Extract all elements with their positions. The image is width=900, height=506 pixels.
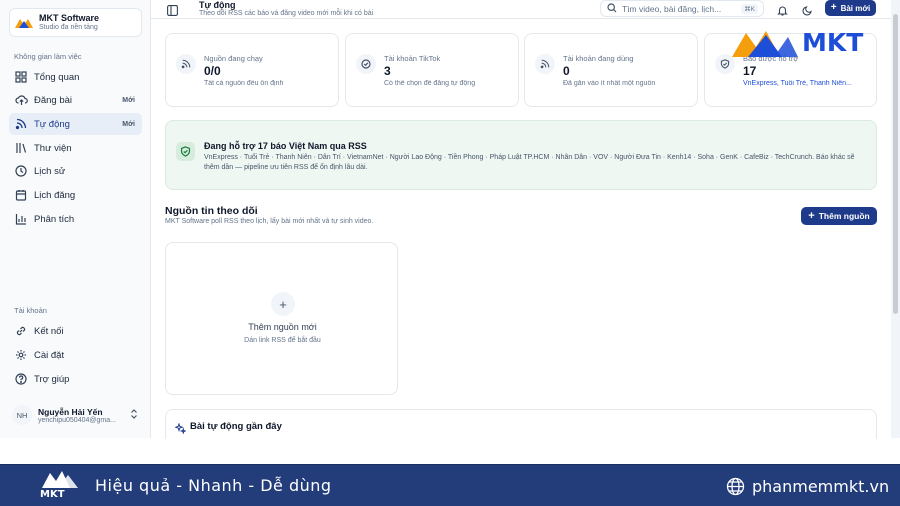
search-icon xyxy=(607,2,617,15)
stat-value: 3 xyxy=(384,64,391,78)
sidebar-item-history[interactable]: Lịch sử xyxy=(9,160,142,182)
stat-card-tiktok-accounts: Tài khoản TikTok 3 Có thể chọn để đăng t… xyxy=(345,33,519,107)
search-shortcut: ⌘K xyxy=(741,3,758,14)
plus-icon: + xyxy=(808,210,815,222)
sidebar-item-label: Thư viện xyxy=(34,142,72,154)
add-source-hint: Dán link RSS để bắt đầu xyxy=(244,337,321,344)
user-email: yenchipu050404@gma... xyxy=(38,416,116,424)
sidebar-item-post[interactable]: Đăng bài Mới xyxy=(9,89,142,111)
sidebar-item-label: Phân tích xyxy=(34,213,75,225)
stat-value: 0 xyxy=(563,64,570,78)
library-icon xyxy=(14,141,28,155)
check-circle-icon xyxy=(356,54,376,74)
stat-value: 17 xyxy=(743,64,757,78)
sidebar-item-label: Kết nối xyxy=(34,325,64,337)
sidebar-item-schedule[interactable]: Lịch đăng xyxy=(9,184,142,206)
scrollbar[interactable] xyxy=(891,0,900,438)
stat-desc: VnExpress, Tuổi Trẻ, Thanh Niên... xyxy=(743,80,852,87)
brand-switcher[interactable]: MKT Software Studio đa nền tảng xyxy=(9,8,142,37)
new-badge: Mới xyxy=(122,120,135,128)
cloud-upload-icon xyxy=(14,93,28,107)
calendar-icon xyxy=(14,188,28,202)
sidebar-item-settings[interactable]: Cài đặt xyxy=(9,344,142,366)
sidebar-item-label: Lịch đăng xyxy=(34,189,76,201)
workspace-section-label: Không gian làm việc xyxy=(14,52,82,61)
stat-desc: Có thể chọn để đăng tự động xyxy=(384,80,476,87)
add-source-button[interactable]: + Thêm nguồn xyxy=(801,207,877,225)
sidebar-item-label: Cài đặt xyxy=(34,349,65,361)
sidebar: MKT Software Studio đa nền tảng Không gi… xyxy=(0,0,151,438)
user-menu[interactable]: NH Nguyễn Hải Yến yenchipu050404@gma... xyxy=(12,401,142,429)
rss-banner-title: Đang hỗ trợ 17 báo Việt Nam qua RSS xyxy=(204,141,367,151)
footer-slogan: Hiệu quả - Nhanh - Dễ dùng xyxy=(95,476,332,495)
watermark-text: MKT xyxy=(802,27,864,57)
sidebar-item-label: Đăng bài xyxy=(34,94,73,106)
clock-icon xyxy=(14,164,28,178)
new-badge: Mới xyxy=(122,96,135,104)
stat-label: Nguồn đang chạy xyxy=(204,54,263,63)
plus-icon: + xyxy=(271,292,295,316)
brand-subtitle: Studio đa nền tảng xyxy=(39,24,98,31)
rss-icon xyxy=(176,54,196,74)
gear-icon xyxy=(14,348,28,362)
sidebar-toggle-icon[interactable] xyxy=(167,3,178,21)
rss-icon xyxy=(535,54,555,74)
plus-icon: + xyxy=(830,2,837,13)
sidebar-item-label: Lịch sử xyxy=(34,165,66,177)
bar-chart-icon xyxy=(14,212,28,226)
sidebar-item-overview[interactable]: Tổng quan xyxy=(9,66,142,88)
grid-icon xyxy=(14,70,28,84)
top-bar: Tự động Theo dõi RSS các báo và đăng vid… xyxy=(151,0,900,19)
search-placeholder: Tìm video, bài đăng, lịch... xyxy=(622,3,722,14)
sources-title: Nguồn tin theo dõi xyxy=(165,205,258,217)
page-subtitle: Theo dõi RSS các báo và đăng video mới m… xyxy=(199,10,374,17)
chevron-up-down-icon xyxy=(130,406,138,424)
stat-card-running-sources: Nguồn đang chạy 0/0 Tất cả nguồn đều ổn … xyxy=(165,33,339,107)
sidebar-item-analytics[interactable]: Phân tích xyxy=(9,208,142,230)
scroll-thumb[interactable] xyxy=(893,14,898,314)
sources-subtitle: MKT Software poll RSS theo lịch, lấy bài… xyxy=(165,218,374,225)
stat-desc: Đã gắn vào ít nhất một nguồn xyxy=(563,80,656,87)
recent-auto-posts-panel: Bài tự động gần đây xyxy=(165,409,877,439)
page-title: Tự động xyxy=(199,0,236,10)
sidebar-item-library[interactable]: Thư viện xyxy=(9,137,142,159)
globe-icon xyxy=(726,477,745,501)
add-source-label: Thêm nguồn xyxy=(818,211,870,221)
avatar: NH xyxy=(12,405,32,425)
footer-logo-text: MKT xyxy=(40,489,65,500)
stat-desc: Tất cả nguồn đều ổn định xyxy=(204,80,284,87)
add-source-card[interactable]: + Thêm nguồn mới Dán link RSS để bắt đầu xyxy=(165,242,398,395)
new-post-label: Bài mới xyxy=(840,3,871,13)
footer-website[interactable]: phanmemmkt.vn xyxy=(752,477,889,496)
sidebar-item-help[interactable]: Trợ giúp xyxy=(9,368,142,390)
rss-banner-text: VnExpress · Tuổi Trẻ · Thanh Niên · Dân … xyxy=(204,154,855,171)
sidebar-item-connections[interactable]: Kết nối xyxy=(9,320,142,342)
link-icon xyxy=(14,324,28,338)
user-name: Nguyễn Hải Yến xyxy=(38,406,103,417)
stat-label: Tài khoản TikTok xyxy=(384,54,441,63)
footer-banner: MKT Hiệu quả - Nhanh - Dễ dùng phanmemmk… xyxy=(0,464,900,506)
stat-value: 0/0 xyxy=(204,64,221,78)
recent-title: Bài tự động gần đây xyxy=(190,421,282,432)
stat-label: Tài khoản đang dùng xyxy=(563,54,634,63)
brand-name: MKT Software xyxy=(39,13,100,23)
rss-icon xyxy=(14,117,28,131)
sidebar-item-automation[interactable]: Tự động Mới xyxy=(9,113,142,135)
add-source-title: Thêm nguồn mới xyxy=(248,322,317,332)
sidebar-item-label: Trợ giúp xyxy=(34,373,70,385)
search-input[interactable]: Tìm video, bài đăng, lịch... ⌘K xyxy=(600,0,764,17)
sparkles-icon xyxy=(174,421,187,439)
shield-check-icon xyxy=(176,142,195,161)
new-post-button[interactable]: + Bài mới xyxy=(825,0,876,16)
sidebar-item-label: Tự động xyxy=(34,118,70,130)
brand-logo-icon xyxy=(14,16,34,30)
rss-support-banner: Đang hỗ trợ 17 báo Việt Nam qua RSS VnEx… xyxy=(165,120,877,190)
stat-card-active-accounts: Tài khoản đang dùng 0 Đã gắn vào ít nhất… xyxy=(524,33,698,107)
account-section-label: Tài khoản xyxy=(14,306,47,315)
mkt-watermark-logo: MKT xyxy=(730,22,880,62)
help-icon xyxy=(14,372,28,386)
bell-icon[interactable] xyxy=(777,3,788,21)
sidebar-item-label: Tổng quan xyxy=(34,71,80,83)
moon-icon[interactable] xyxy=(802,3,813,21)
